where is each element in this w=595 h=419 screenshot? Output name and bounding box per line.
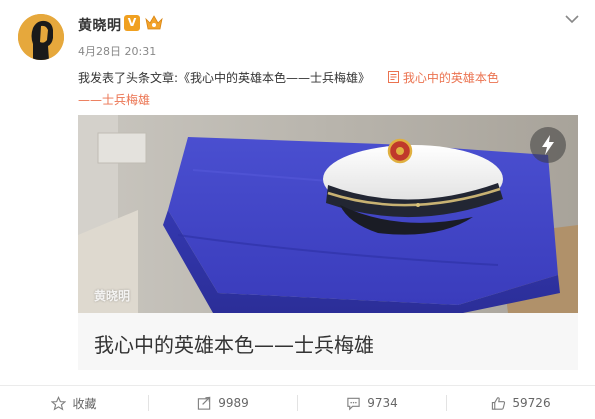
comment-button[interactable]: 9734 (298, 386, 446, 419)
post-text: 我发表了头条文章:《我心中的英雄本色——士兵梅雄》 我心中的英雄本色 ——士兵梅雄 (78, 67, 578, 111)
favorite-label: 收藏 (72, 396, 97, 411)
article-cover-image[interactable]: 黄晓明 (78, 115, 578, 313)
avatar[interactable] (18, 14, 64, 60)
like-count: 59726 (512, 396, 551, 410)
avatar-silhouette-icon (18, 14, 64, 60)
like-button[interactable]: 59726 (447, 386, 595, 419)
repost-button[interactable]: 9989 (149, 386, 297, 419)
comment-count: 9734 (367, 396, 398, 410)
article-card[interactable]: 黄晓明 我心中的英雄本色——士兵梅雄 (78, 115, 578, 370)
repost-icon (198, 396, 211, 410)
lightning-icon (542, 135, 554, 155)
username[interactable]: 黄晓明 (78, 15, 122, 35)
article-icon (387, 71, 399, 83)
post-body: 我发表了头条文章:《我心中的英雄本色——士兵梅雄》 (78, 71, 371, 85)
post-timestamp[interactable]: 4月28日 20:31 (78, 43, 156, 59)
verified-badge: V (124, 15, 140, 31)
article-title[interactable]: 我心中的英雄本色——士兵梅雄 (94, 329, 374, 358)
image-watermark: 黄晓明 (94, 289, 131, 303)
vip-crown-icon (145, 15, 163, 30)
action-bar: 收藏 9989 9734 59726 (0, 385, 595, 419)
flash-button[interactable] (530, 127, 566, 163)
chevron-down-icon[interactable] (563, 10, 581, 28)
article-link-continued[interactable]: ——士兵梅雄 (78, 93, 150, 107)
comment-icon (347, 397, 360, 410)
star-icon (51, 395, 67, 410)
repost-count: 9989 (218, 396, 249, 410)
thumbs-up-icon (492, 396, 506, 410)
article-link[interactable]: 我心中的英雄本色 (403, 71, 499, 85)
cover-photo (78, 115, 578, 313)
favorite-button[interactable]: 收藏 (0, 386, 148, 419)
